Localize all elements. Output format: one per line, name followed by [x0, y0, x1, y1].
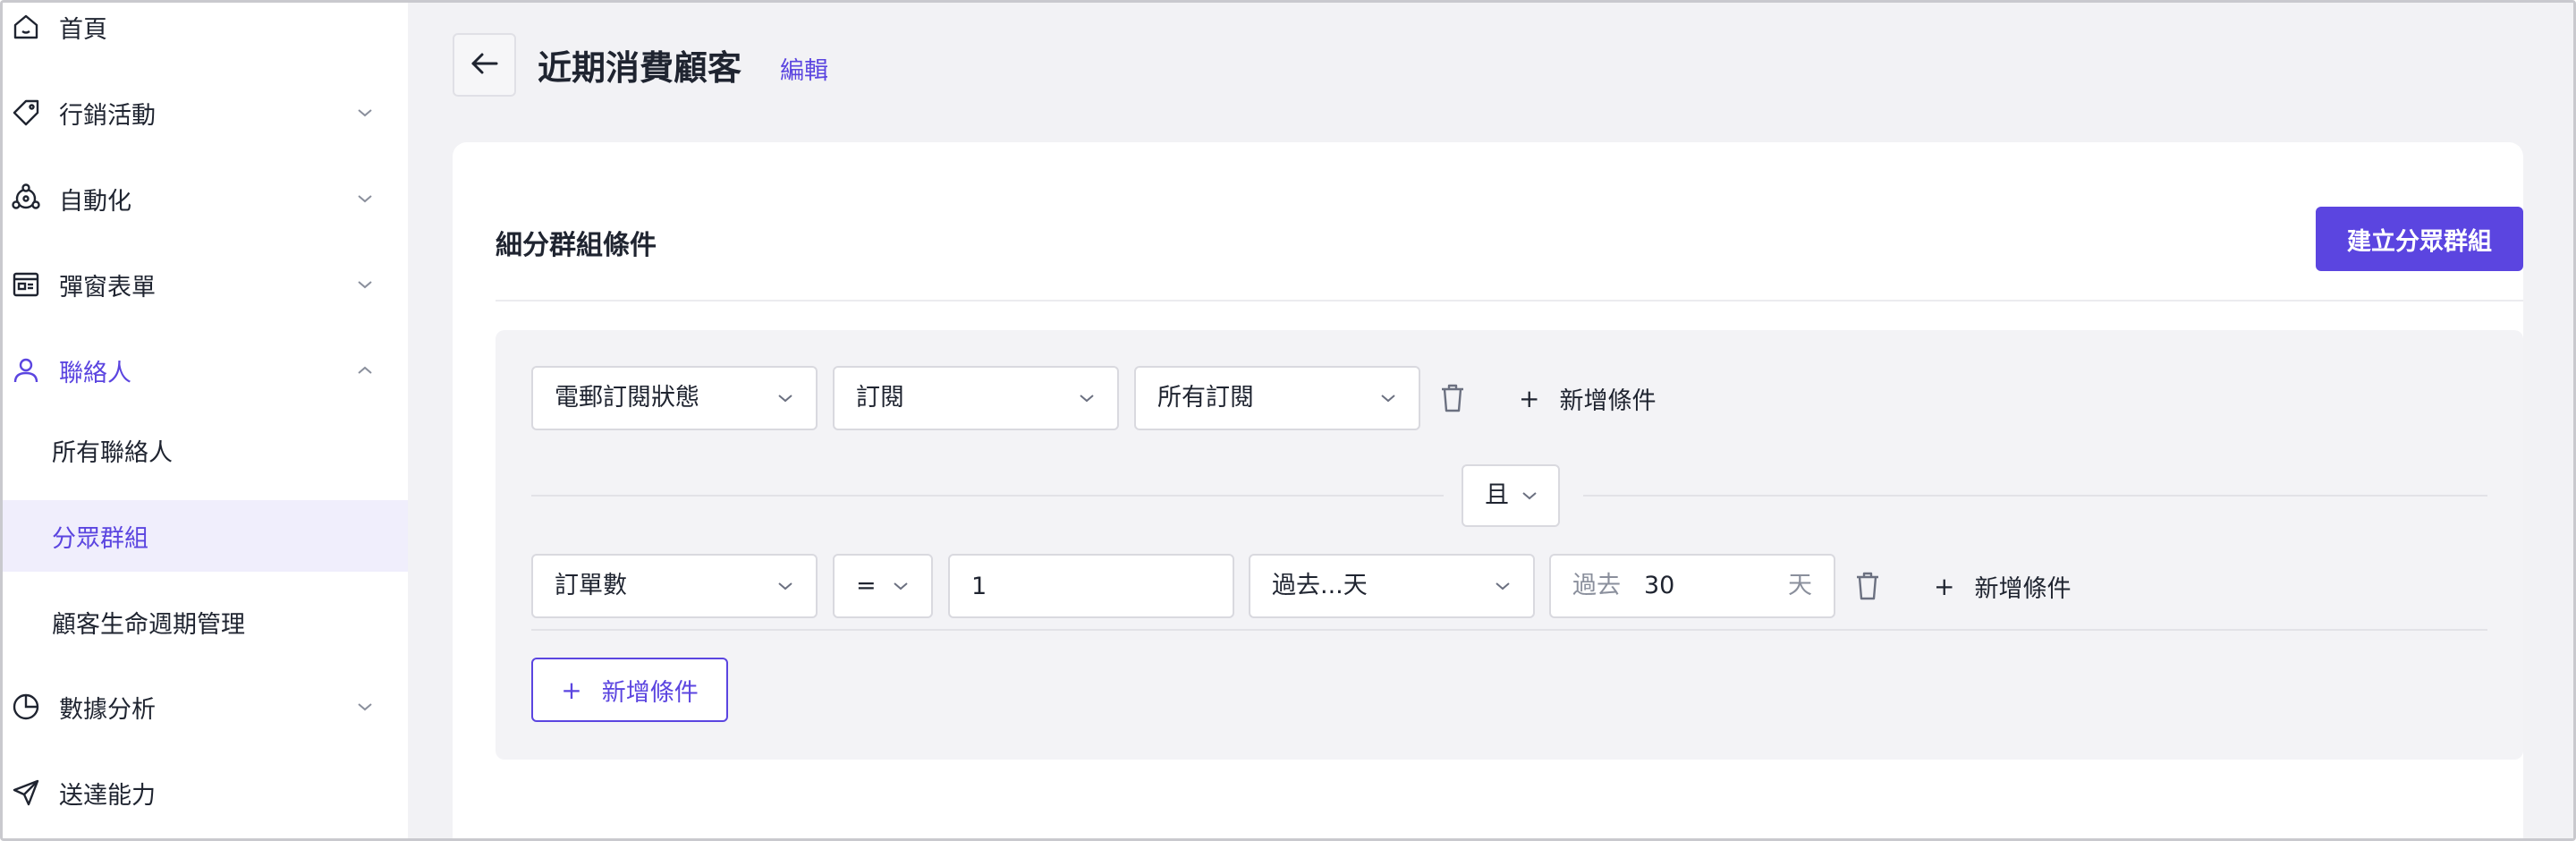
select-value: 且 — [1485, 481, 1509, 509]
sidebar-subitem-segments[interactable]: 分眾群組 — [3, 500, 408, 572]
condition-operator-select[interactable]: = — [833, 554, 933, 618]
main-content: 近期消費顧客 編輯 細分群組條件 建立分眾群組 電郵訂閱狀態 訂閱 所有訂閱 +… — [408, 3, 2573, 838]
trash-icon[interactable] — [1435, 380, 1470, 416]
add-condition-label: 新增條件 — [601, 678, 699, 707]
send-icon — [8, 775, 44, 811]
condition-field-select[interactable]: 電郵訂閱狀態 — [531, 366, 818, 430]
days-prefix: 過去 — [1572, 572, 1621, 599]
days-value: 30 — [1644, 572, 1675, 599]
edit-link[interactable]: 編輯 — [780, 51, 828, 86]
join-operator-select[interactable]: 且 — [1462, 464, 1560, 527]
divider — [531, 629, 2487, 631]
select-value: 訂閱 — [856, 384, 904, 412]
segment-card: 細分群組條件 建立分眾群組 電郵訂閱狀態 訂閱 所有訂閱 + 新增條件 且 訂單… — [453, 142, 2523, 838]
chevron-down-icon — [1377, 387, 1399, 409]
sidebar-item-label: 自動化 — [59, 187, 131, 216]
add-condition-inline-button[interactable]: + 新增條件 — [1934, 568, 2071, 604]
page-title: 近期消費顧客 — [538, 48, 742, 88]
sidebar: 首頁 行銷活動 自動化 彈窗表單 聯絡人 所有聯絡人 分眾群組 顧客生命週期管理… — [3, 3, 408, 838]
home-icon — [8, 9, 44, 45]
select-value: = — [856, 572, 877, 599]
sidebar-item-label: 首頁 — [59, 15, 107, 44]
select-value: 訂單數 — [555, 572, 627, 599]
back-button[interactable] — [453, 33, 516, 97]
plus-icon: + — [561, 675, 582, 705]
arrow-left-icon — [470, 51, 500, 80]
sidebar-subitem-all-contacts[interactable]: 所有聯絡人 — [3, 414, 408, 486]
select-value: 所有訂閱 — [1157, 384, 1254, 412]
form-window-icon — [8, 267, 44, 302]
create-segment-button[interactable]: 建立分眾群組 — [2316, 207, 2523, 271]
add-condition-label: 新增條件 — [1559, 387, 1657, 415]
select-value: 過去...天 — [1272, 572, 1368, 599]
sidebar-subitem-label: 分眾群組 — [52, 524, 148, 553]
sidebar-item-label: 聯絡人 — [59, 359, 131, 387]
sidebar-item-label: 彈窗表單 — [59, 273, 156, 302]
chevron-down-icon — [353, 187, 377, 210]
sidebar-item-label: 送達能力 — [59, 781, 156, 810]
pie-chart-icon — [8, 689, 44, 725]
sidebar-item-label: 數據分析 — [59, 695, 156, 724]
sidebar-item-deliverability[interactable]: 送達能力 — [3, 757, 408, 828]
sidebar-item-home[interactable]: 首頁 — [3, 3, 408, 63]
chevron-down-icon — [890, 575, 911, 597]
sidebar-item-forms[interactable]: 彈窗表單 — [3, 249, 408, 320]
chevron-down-icon — [1076, 387, 1097, 409]
user-icon — [8, 353, 44, 388]
plus-icon: + — [1934, 571, 1955, 601]
days-suffix: 天 — [1788, 572, 1812, 599]
trash-icon[interactable] — [1850, 568, 1885, 604]
add-condition-button[interactable]: + 新增條件 — [531, 658, 728, 722]
divider — [496, 300, 2523, 302]
sidebar-item-analytics[interactable]: 數據分析 — [3, 671, 408, 743]
chevron-down-icon — [1519, 485, 1540, 506]
condition-field-select[interactable]: 訂單數 — [531, 554, 818, 618]
sidebar-item-marketing[interactable]: 行銷活動 — [3, 77, 408, 149]
chevron-up-icon — [353, 359, 377, 382]
add-condition-inline-button[interactable]: + 新增條件 — [1519, 380, 1656, 416]
select-value: 電郵訂閱狀態 — [555, 384, 699, 412]
sidebar-item-contacts[interactable]: 聯絡人 — [3, 335, 408, 406]
conditions-panel: 電郵訂閱狀態 訂閱 所有訂閱 + 新增條件 且 訂單數 = 1 過去...天 過… — [496, 330, 2523, 760]
plus-icon: + — [1519, 383, 1540, 413]
add-condition-label: 新增條件 — [1974, 574, 2072, 603]
tag-icon — [8, 95, 44, 131]
divider — [531, 495, 1444, 497]
sidebar-subitem-label: 所有聯絡人 — [52, 438, 173, 467]
time-range-select[interactable]: 過去...天 — [1249, 554, 1535, 618]
sidebar-item-automation[interactable]: 自動化 — [3, 163, 408, 234]
card-title: 細分群組條件 — [496, 230, 657, 261]
chevron-down-icon — [353, 695, 377, 718]
condition-value-select[interactable]: 所有訂閱 — [1134, 366, 1420, 430]
chevron-down-icon — [1492, 575, 1513, 597]
chevron-down-icon — [775, 575, 796, 597]
condition-operator-select[interactable]: 訂閱 — [833, 366, 1119, 430]
automation-icon — [8, 181, 44, 217]
sidebar-subitem-lifecycle[interactable]: 顧客生命週期管理 — [3, 586, 408, 658]
chevron-down-icon — [353, 101, 377, 124]
sidebar-item-label: 行銷活動 — [59, 101, 156, 130]
sidebar-subitem-label: 顧客生命週期管理 — [52, 610, 245, 639]
days-input[interactable]: 過去 30 天 — [1549, 554, 1835, 618]
condition-value-input[interactable] — [948, 554, 1234, 618]
chevron-down-icon — [775, 387, 796, 409]
chevron-down-icon — [353, 273, 377, 296]
divider — [1583, 495, 2487, 497]
app-window: 首頁 行銷活動 自動化 彈窗表單 聯絡人 所有聯絡人 分眾群組 顧客生命週期管理… — [0, 0, 2576, 841]
